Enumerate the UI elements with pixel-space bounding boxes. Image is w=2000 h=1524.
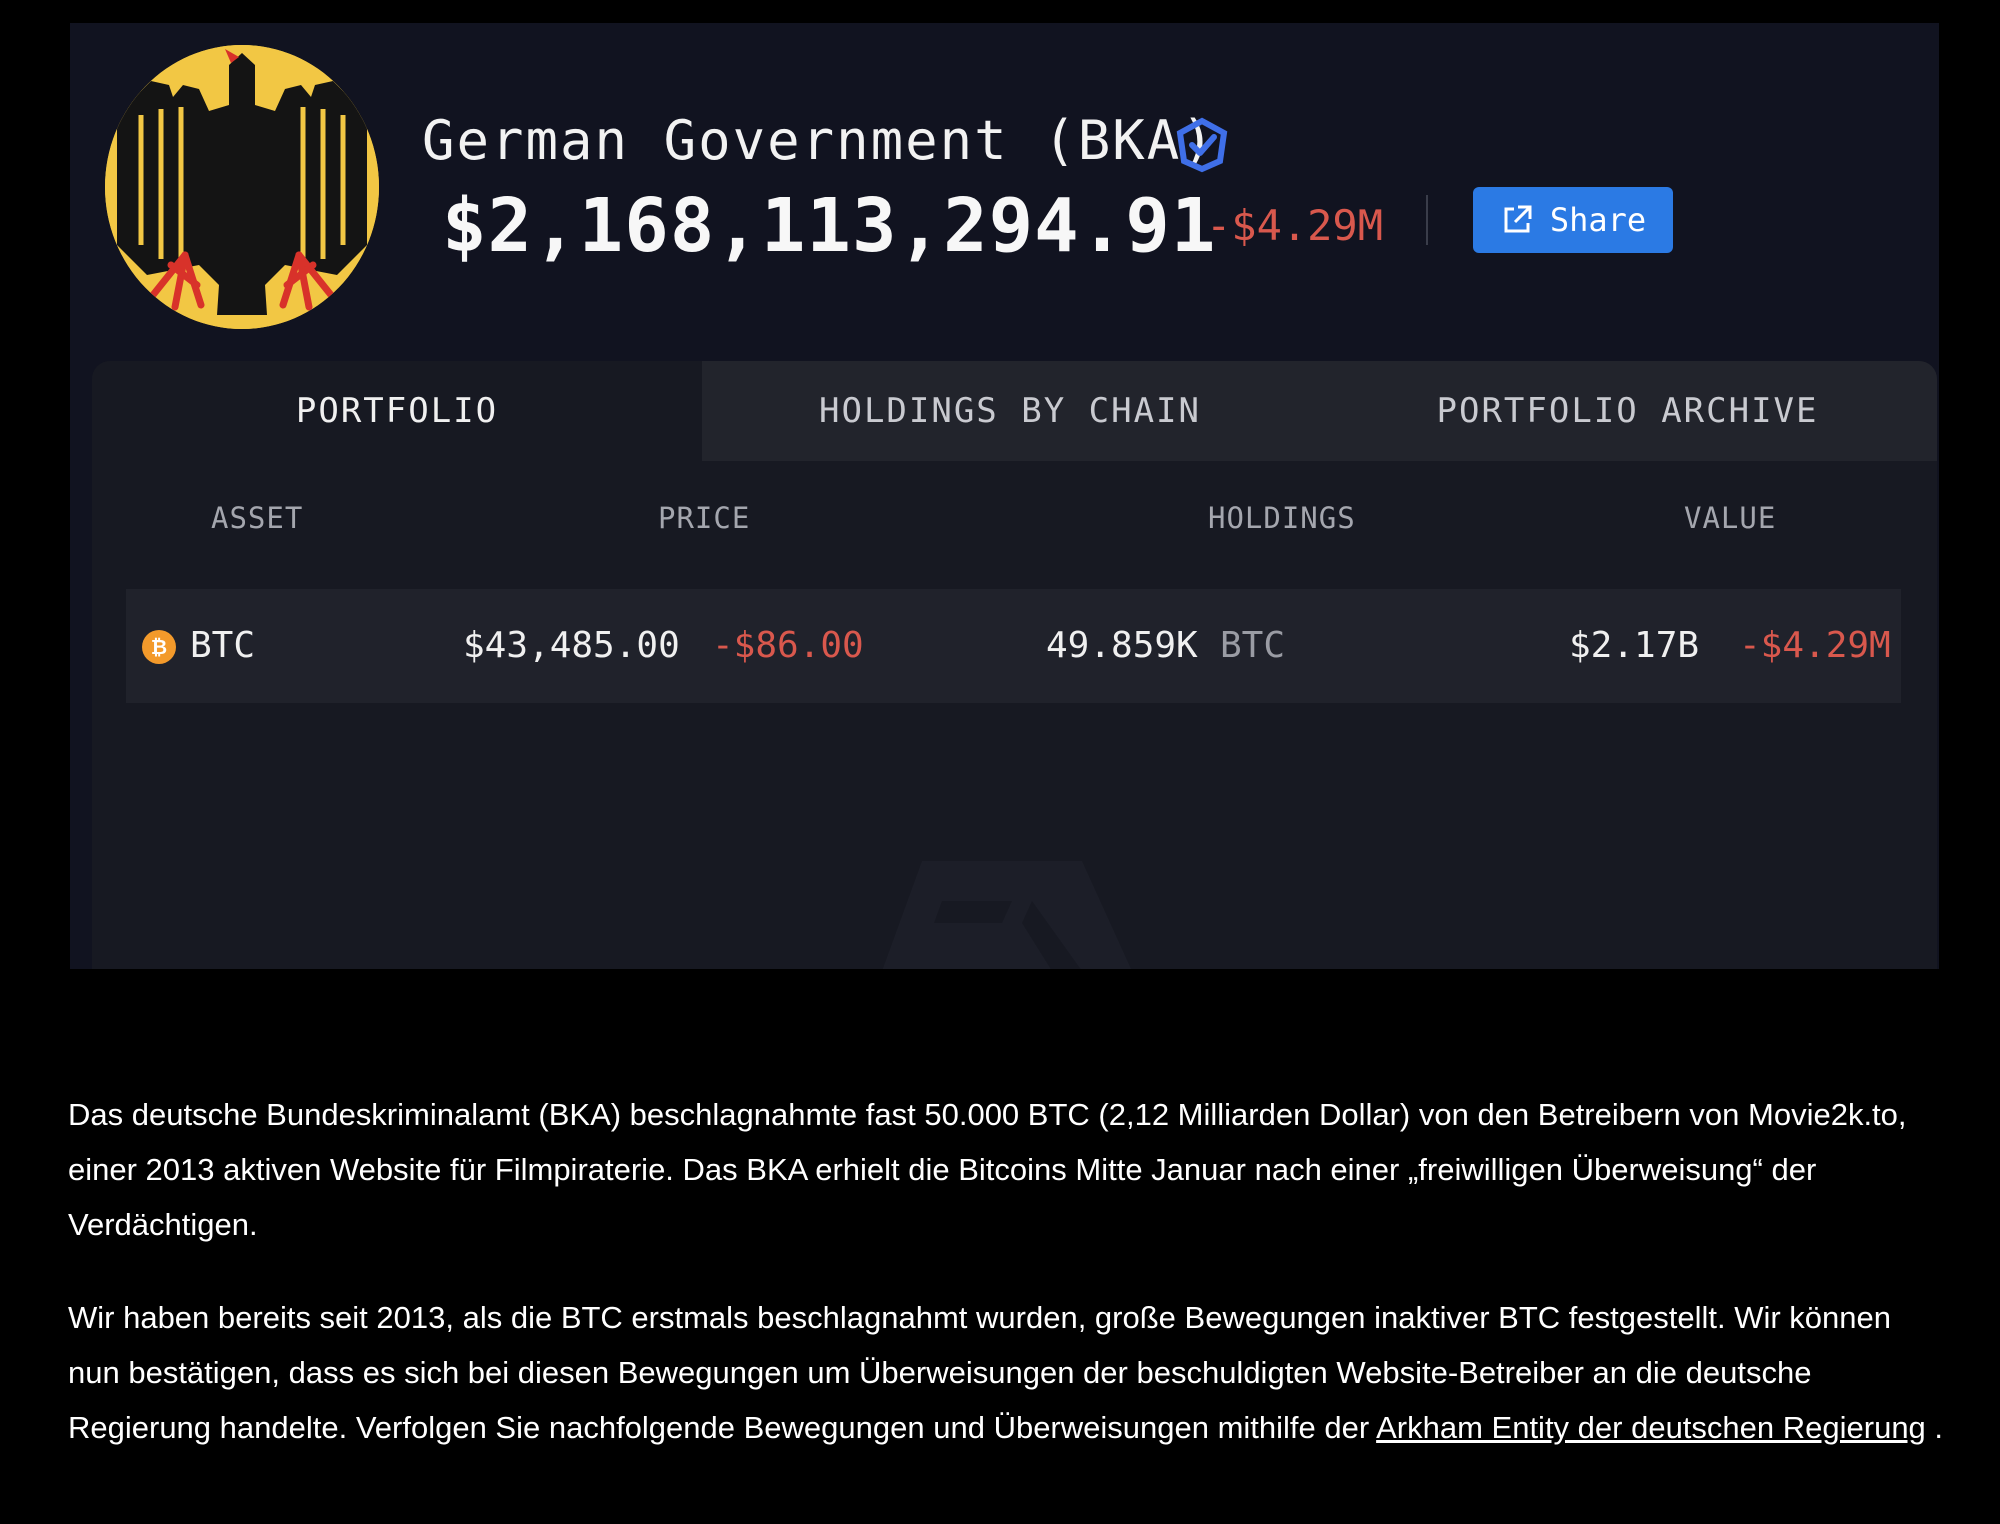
svg-text:₿: ₿ [151, 635, 167, 659]
header-divider [1426, 195, 1428, 245]
verified-badge-icon [1176, 117, 1228, 173]
arkham-watermark-icon [882, 861, 1132, 969]
tab-portfolio-archive[interactable]: PORTFOLIO ARCHIVE [1318, 361, 1937, 461]
column-header-asset[interactable]: ASSET [211, 501, 303, 535]
bitcoin-icon: ₿ [142, 630, 176, 664]
asset-value: $2.17B [1569, 625, 1700, 666]
total-portfolio-value: $2,168,113,294.91 [442, 183, 1217, 269]
asset-holdings: 49.859K [1046, 625, 1198, 666]
article-paragraph-2-end: . [1925, 1410, 1944, 1445]
asset-price: $43,485.00 [463, 625, 680, 666]
column-header-value[interactable]: VALUE [1684, 501, 1776, 535]
external-link-icon [1504, 205, 1532, 233]
asset-value-change: -$4.29M [1739, 625, 1891, 666]
column-header-holdings[interactable]: HOLDINGS [1208, 501, 1356, 535]
article-paragraph-1: Das deutsche Bundeskriminalamt (BKA) bes… [68, 1097, 1907, 1242]
asset-price-change: -$86.00 [712, 625, 864, 666]
total-portfolio-change: -$4.29M [1206, 201, 1384, 250]
tab-portfolio[interactable]: PORTFOLIO [92, 361, 702, 461]
tab-holdings-by-chain[interactable]: HOLDINGS BY CHAIN [702, 361, 1318, 461]
asset-symbol: BTC [190, 625, 256, 666]
asset-holdings-unit: BTC [1220, 625, 1286, 666]
table-row[interactable]: ₿ BTC $43,485.00 -$86.00 49.859K BTC $2.… [126, 589, 1901, 703]
portfolio-tabs: PORTFOLIO HOLDINGS BY CHAIN PORTFOLIO AR… [92, 361, 1937, 461]
column-header-price[interactable]: PRICE [658, 501, 750, 535]
entity-card: German Government (BKA) $2,168,113,294.9… [70, 23, 1939, 969]
entity-name: German Government (BKA) [422, 109, 1216, 172]
german-eagle-icon [105, 45, 379, 329]
article-paragraph-2: Wir haben bereits seit 2013, als die BTC… [68, 1290, 1948, 1455]
portfolio-panel: PORTFOLIO HOLDINGS BY CHAIN PORTFOLIO AR… [92, 361, 1937, 969]
share-button[interactable]: Share [1473, 187, 1673, 253]
arkham-entity-link[interactable]: Arkham Entity der deutschen Regierung [1376, 1410, 1926, 1445]
share-button-label: Share [1549, 201, 1647, 239]
